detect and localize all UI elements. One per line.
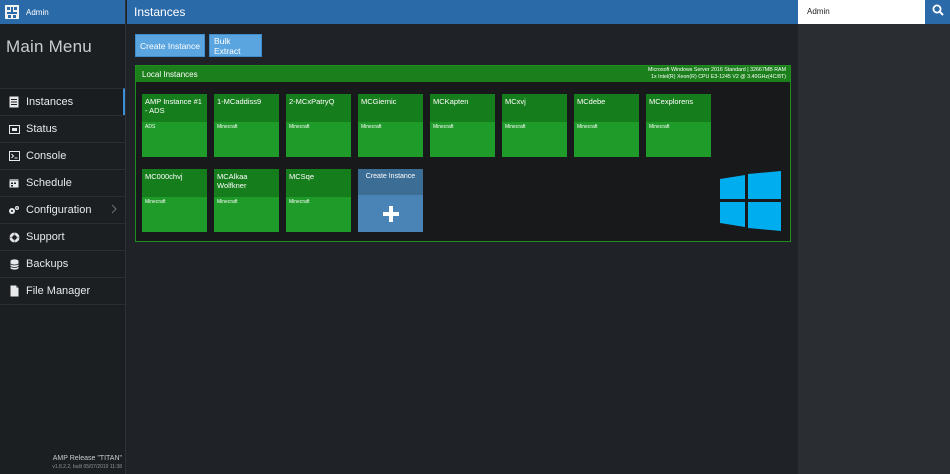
page-title: Instances [134, 5, 186, 19]
chevron-right-icon [111, 204, 117, 217]
calendar-icon [8, 177, 20, 189]
sidebar-item-configuration[interactable]: Configuration [0, 196, 125, 223]
gears-icon [8, 204, 20, 216]
database-icon [8, 258, 20, 270]
instance-tile[interactable]: AMP Instance #1 - ADS ADS [142, 94, 207, 157]
amp-logo-icon [4, 4, 20, 20]
instance-type: Minecraft [433, 124, 454, 130]
instance-tile[interactable]: MC000chvj Minecraft [142, 169, 207, 232]
console-icon [8, 150, 20, 162]
panel-header: Local Instances Microsoft Windows Server… [136, 66, 790, 82]
brand-bar[interactable]: Admin [0, 0, 125, 24]
sidebar-item-label: Backups [26, 258, 69, 270]
brand-label: Admin [26, 7, 49, 17]
instance-name: 2-MCxPatryQ [286, 94, 351, 122]
sidebar-item-schedule[interactable]: Schedule [0, 169, 125, 196]
instance-type: Minecraft [649, 124, 670, 130]
search-button[interactable] [925, 0, 950, 24]
instance-name: MC000chvj [142, 169, 207, 197]
sidebar-item-label: Schedule [26, 177, 72, 189]
release-info: AMP Release "TITAN" v1.8.2.2, built 05/0… [0, 455, 122, 470]
instance-name: MCSqe [286, 169, 351, 197]
instance-type: ADS [145, 124, 156, 130]
sidebar-item-label: Support [26, 231, 65, 243]
sidebar-item-label: File Manager [26, 285, 91, 297]
instance-name: MCexplorens [646, 94, 711, 122]
panel-title: Local Instances [142, 69, 198, 79]
instance-name: MCAlkaa Wolfkner [214, 169, 279, 197]
sidebar-item-label: Instances [26, 96, 74, 108]
instance-name: AMP Instance #1 - ADS [142, 94, 207, 122]
sidebar-item-backups[interactable]: Backups [0, 250, 125, 277]
sidebar-item-console[interactable]: Console [0, 142, 125, 169]
instance-name: MCxvj [502, 94, 567, 122]
instance-type: Minecraft [217, 124, 238, 130]
instance-type: Minecraft [289, 124, 310, 130]
instance-name: MCGiernic [358, 94, 423, 122]
right-side-panel [798, 24, 950, 474]
instance-tile[interactable]: 2-MCxPatryQ Minecraft [286, 94, 351, 157]
instance-name: 1-MCaddiss9 [214, 94, 279, 122]
create-instance-button[interactable]: Create Instance [135, 34, 205, 57]
instance-type: Minecraft [145, 199, 166, 205]
sidebar-item-file-manager[interactable]: File Manager [0, 277, 125, 304]
instance-tile[interactable]: 1-MCaddiss9 Minecraft [214, 94, 279, 157]
system-info-os: Microsoft Windows Server 2016 Standard |… [648, 67, 786, 73]
system-info: Microsoft Windows Server 2016 Standard |… [648, 67, 786, 81]
sidebar: Admin Main Menu Instances Status Console… [0, 0, 126, 474]
lifebuoy-icon [8, 231, 20, 243]
sidebar-item-label: Status [26, 123, 58, 135]
instance-name: MCdebe [574, 94, 639, 122]
sidebar-item-support[interactable]: Support [0, 223, 125, 250]
search-icon [932, 3, 944, 21]
instance-type: Minecraft [505, 124, 526, 130]
instance-tile[interactable]: MCKapten Minecraft [430, 94, 495, 157]
create-instance-tile-label: Create Instance [358, 169, 423, 195]
instance-tile[interactable]: MCdebe Minecraft [574, 94, 639, 157]
top-bar: Instances [127, 0, 798, 24]
sidebar-item-instances[interactable]: Instances [0, 88, 125, 115]
instance-type: Minecraft [361, 124, 382, 130]
document-icon [8, 285, 20, 297]
instance-tile[interactable]: MCexplorens Minecraft [646, 94, 711, 157]
user-menu[interactable]: Admin [798, 0, 925, 24]
create-instance-tile[interactable]: Create Instance [358, 169, 423, 232]
bulk-extract-button[interactable]: Bulk Extract [209, 34, 262, 57]
sidebar-item-label: Console [26, 150, 67, 162]
system-info-cpu: 1x Intel(R) Xeon(R) CPU E3-1245 V2 @ 3.4… [651, 74, 786, 80]
sidebar-item-label: Configuration [26, 204, 92, 216]
menu-title: Main Menu [6, 37, 92, 56]
plus-icon [358, 195, 423, 232]
release-name: AMP Release "TITAN" [52, 455, 122, 462]
instance-type: Minecraft [289, 199, 310, 205]
instance-tile[interactable]: MCSqe Minecraft [286, 169, 351, 232]
instance-name: MCKapten [430, 94, 495, 122]
file-icon [8, 96, 20, 108]
sidebar-item-status[interactable]: Status [0, 115, 125, 142]
instance-type: Minecraft [577, 124, 598, 130]
monitor-icon [8, 123, 20, 135]
instance-tile[interactable]: MCAlkaa Wolfkner Minecraft [214, 169, 279, 232]
instance-tile[interactable]: MCxvj Minecraft [502, 94, 567, 157]
instance-type: Minecraft [217, 199, 238, 205]
instance-tile[interactable]: MCGiernic Minecraft [358, 94, 423, 157]
toolbar: Create Instance Bulk Extract [135, 34, 262, 57]
windows-logo-icon [720, 171, 781, 236]
release-build: v1.8.2.2, built 05/07/2019 11:38 [52, 464, 122, 470]
sidebar-divider [0, 304, 125, 305]
